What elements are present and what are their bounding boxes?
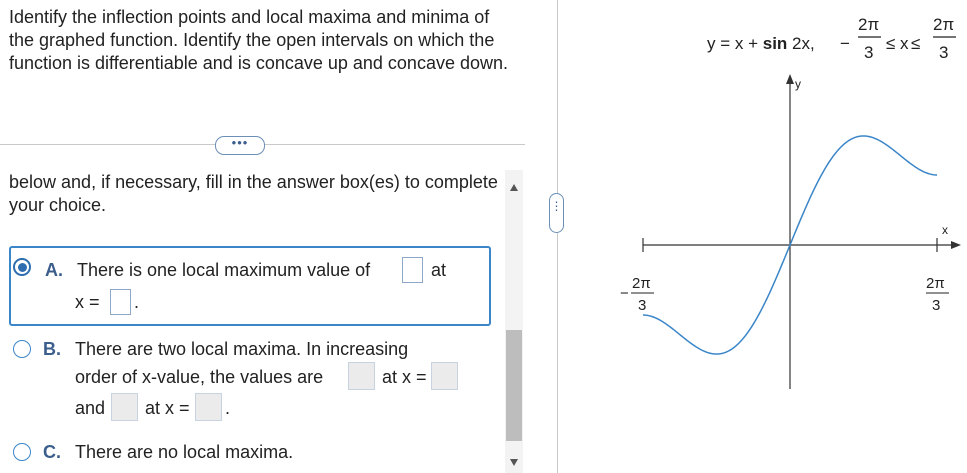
answer-box-a-x[interactable] [110, 289, 131, 315]
choice-b-at-x-1: at x = [382, 367, 427, 387]
pane-divider [557, 0, 558, 473]
domain-x: x [900, 34, 909, 53]
domain-minus: − [840, 34, 850, 53]
choice-a[interactable]: A. There is one local maximum value of a… [9, 246, 491, 326]
left-tick-sign: − [620, 285, 629, 302]
y-axis-label: y [795, 77, 801, 91]
radio-a[interactable] [13, 258, 31, 276]
domain-left-den: 3 [864, 43, 873, 62]
answer-box-b-x-1[interactable] [431, 362, 458, 390]
domain-left-num: 2π [858, 15, 879, 34]
choice-c[interactable]: C. There are no local maxima. [9, 440, 409, 466]
choice-b[interactable]: B. There are two local maxima. In increa… [9, 336, 499, 432]
radio-b[interactable] [13, 340, 31, 358]
answer-box-b-value-1[interactable] [348, 362, 375, 390]
radio-c[interactable] [13, 443, 31, 461]
left-tick-den: 3 [638, 297, 646, 314]
answer-box-a-value[interactable] [402, 257, 423, 283]
choice-a-period: . [134, 292, 140, 312]
expand-button[interactable]: ••• [215, 136, 265, 155]
y-axis-arrow-icon [786, 74, 794, 84]
choice-a-at: at [431, 260, 447, 280]
choice-b-period: . [225, 398, 231, 418]
function-graph: y = x + sin 2x, − 2π 3 ≤ x ≤ 2π 3 y x − … [620, 15, 961, 389]
question-text: Identify the inflection points and local… [9, 7, 508, 73]
choice-b-at-x-2: at x = [145, 398, 190, 418]
x-axis-arrow-icon [951, 241, 961, 249]
choice-c-text: There are no local maxima. [75, 442, 294, 462]
choice-b-text-2: order of x-value, the values are [75, 367, 324, 387]
domain-right-num: 2π [933, 15, 954, 34]
right-tick-num: 2π [926, 275, 945, 292]
choice-a-x-eq: x = [75, 292, 100, 312]
scroll-up-icon[interactable] [510, 184, 518, 191]
answer-box-b-x-2[interactable] [195, 393, 222, 421]
choice-c-letter: C. [43, 442, 61, 462]
domain-leq-2: ≤ [911, 34, 920, 53]
choice-a-text: There is one local maximum value of [77, 260, 371, 280]
scrollbar-thumb[interactable] [506, 330, 522, 441]
left-tick-num: 2π [632, 275, 651, 292]
instruction-text: below and, if necessary, fill in the ans… [9, 172, 498, 215]
scroll-down-icon[interactable] [510, 459, 518, 466]
choice-b-text-1: There are two local maxima. In increasin… [75, 339, 409, 359]
x-axis-label: x [942, 223, 948, 237]
domain-right-den: 3 [939, 43, 948, 62]
right-tick-den: 3 [932, 297, 940, 314]
equation-text: y = x + sin 2x, [707, 34, 815, 53]
choice-b-letter: B. [43, 339, 61, 359]
choice-b-and: and [75, 398, 106, 418]
domain-leq-1: ≤ [886, 34, 895, 53]
choice-a-letter: A. [45, 260, 63, 280]
answer-box-b-value-2[interactable] [111, 393, 138, 421]
